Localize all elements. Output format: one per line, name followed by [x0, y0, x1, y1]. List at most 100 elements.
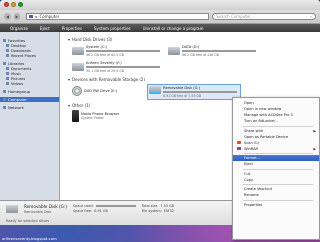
menu-item-label: Rename [244, 193, 259, 197]
uninstall-button[interactable]: Uninstall or change a program [143, 26, 204, 31]
sidebar-item-computer[interactable]: Computer [0, 97, 59, 102]
command-bar: Organize Eject Properties System propert… [0, 24, 320, 32]
menu-item-winrar[interactable]: WinRAR ▶ [233, 146, 319, 152]
collapse-arrow-icon: ▾ [68, 77, 71, 82]
sidebar-item-label: Videos [11, 81, 23, 86]
total-size-label: Total size: [141, 204, 159, 208]
path-chevron-icon: ▸ [35, 14, 38, 19]
menu-item-eject[interactable]: Eject [233, 161, 319, 167]
menu-item-rename[interactable]: Rename [233, 192, 319, 198]
menu-item-label: Properties [244, 202, 263, 207]
menu-item-label: Copy [244, 177, 254, 182]
sidebar-item-label: Desktop [11, 43, 26, 48]
properties-button[interactable]: Properties [62, 26, 82, 31]
minimize-button[interactable] [11, 2, 16, 7]
total-size-value: 7.53 GB [160, 204, 174, 208]
drive-dvd[interactable]: DVD RW Drive (E:) [72, 84, 117, 98]
capacity-bar [86, 66, 160, 68]
submenu-arrow-icon: ▶ [313, 146, 316, 151]
menu-separator [243, 125, 313, 126]
eject-button[interactable]: Eject [40, 26, 50, 31]
documents-icon [6, 67, 9, 70]
drive-f[interactable]: Arifeen Seventy (F:) 30.1 GB free of 29.… [72, 60, 162, 74]
details-type: Removable Disk [24, 210, 52, 214]
path-box[interactable]: ▸ Computer [26, 13, 209, 20]
maximize-button[interactable] [18, 2, 23, 7]
sidebar-item-label: Pictures [11, 76, 26, 81]
system-properties-button[interactable]: System properties [94, 26, 131, 31]
drive-name: DVD RW Drive (E:) [84, 89, 118, 93]
section-header-hdd[interactable]: ▾ Hard Disk Drives (3) [68, 37, 312, 42]
navigation-pane: Favorites Desktop Downloads Recent Place… [0, 32, 60, 200]
menu-item-bitlocker[interactable]: Turn on BitLocker... [233, 118, 319, 124]
window-controls [4, 2, 23, 7]
sidebar-item-network[interactable]: Network [0, 105, 59, 110]
drive-free: 66.2 GB free of 146 GB [182, 52, 219, 57]
sidebar-item-homegroup[interactable]: Homegroup [0, 89, 59, 94]
context-menu: Open Open in new window Manage with ACDS… [232, 97, 320, 240]
file-system-label: File system: [141, 209, 162, 213]
space-free-value: 6.91 GB [94, 209, 108, 213]
menu-item-label: Open as Portable Device [244, 134, 289, 139]
close-button[interactable] [4, 2, 9, 7]
drive-name: System (C:) [86, 45, 108, 50]
menu-item-label: Cut [244, 171, 251, 176]
path-text: Computer [39, 14, 60, 19]
dvd-drive-icon [72, 86, 82, 96]
hard-drive-icon [168, 47, 180, 55]
sidebar-item-recent[interactable]: Recent Places [0, 53, 59, 58]
drive-name: Removable Disk (G:) [163, 86, 201, 90]
drive-free: 46.2 GB free of 62.5 GB [86, 52, 124, 57]
menu-item-label: Open in new window [244, 107, 282, 111]
details-capacity-bar [95, 205, 136, 207]
drive-c[interactable]: System (C:) 46.2 GB free of 62.5 GB [72, 44, 162, 58]
sidebar-item-label: Network [8, 105, 24, 110]
menu-separator [243, 168, 313, 169]
menu-item-copy[interactable]: Copy [233, 177, 319, 183]
title-bar [0, 0, 320, 10]
removable-disk-icon [6, 205, 18, 213]
drive-name: Arifeen Seventy (F:) [86, 61, 122, 66]
capacity-bar [86, 50, 160, 52]
recent-icon [6, 54, 9, 57]
file-system-value: FAT32 [163, 209, 174, 213]
menu-item-properties[interactable]: Properties [233, 202, 319, 208]
sidebar-item-label: Downloads [11, 48, 31, 53]
sidebar-item-label: Favorites [8, 38, 26, 43]
space-free-label: Space free: [72, 209, 93, 213]
menu-item-label: WinRAR [244, 146, 259, 151]
section-title: Other (1) [72, 102, 91, 108]
address-bar: ◀ ▶ ▸ Computer Search Computer ⌕ [0, 10, 320, 24]
search-input[interactable]: Search Computer ⌕ [212, 13, 316, 20]
music-icon [6, 72, 9, 75]
collapse-arrow-icon: ▾ [68, 102, 71, 108]
drive-d[interactable]: DATA (D:) 66.2 GB free of 146 GB [168, 44, 258, 58]
forward-button[interactable]: ▶ [13, 13, 21, 20]
blog-watermark: arifeenseventy.blogspot.com [2, 236, 57, 241]
search-icon: ⌕ [309, 14, 312, 19]
space-used-label: Space used: [72, 204, 94, 208]
downloads-icon [6, 49, 9, 52]
drive-g-selected[interactable]: Removable Disk (G:) 6.91 GB free of 7.53… [147, 84, 242, 100]
capacity-bar [163, 90, 238, 93]
sidebar-item-label: Computer [8, 97, 27, 102]
menu-separator [243, 153, 313, 154]
computer-icon [29, 15, 34, 18]
phone-icon [72, 109, 79, 122]
organize-button[interactable]: Organize [10, 26, 28, 31]
sidebar-item-label: Recent Places [11, 53, 36, 58]
sidebar-item-label: Libraries [8, 61, 25, 66]
section-title: Devices with Removable Storage (2) [72, 77, 146, 82]
item-type: System Folder [81, 115, 104, 120]
hard-drive-icon [72, 47, 84, 55]
back-button[interactable]: ◀ [4, 13, 11, 20]
search-placeholder: Search Computer [216, 14, 251, 19]
submenu-arrow-icon: ▶ [313, 128, 316, 133]
menu-item-label: Format... [244, 156, 261, 160]
section-header-removable[interactable]: ▾ Devices with Removable Storage (2) [68, 77, 312, 82]
menu-item-label: Create shortcut [244, 187, 272, 191]
star-icon [3, 39, 6, 42]
sidebar-item-videos[interactable]: Videos [0, 81, 59, 86]
menu-item-label: Open [244, 101, 254, 105]
status-text: Ready for selected drives [6, 219, 50, 223]
